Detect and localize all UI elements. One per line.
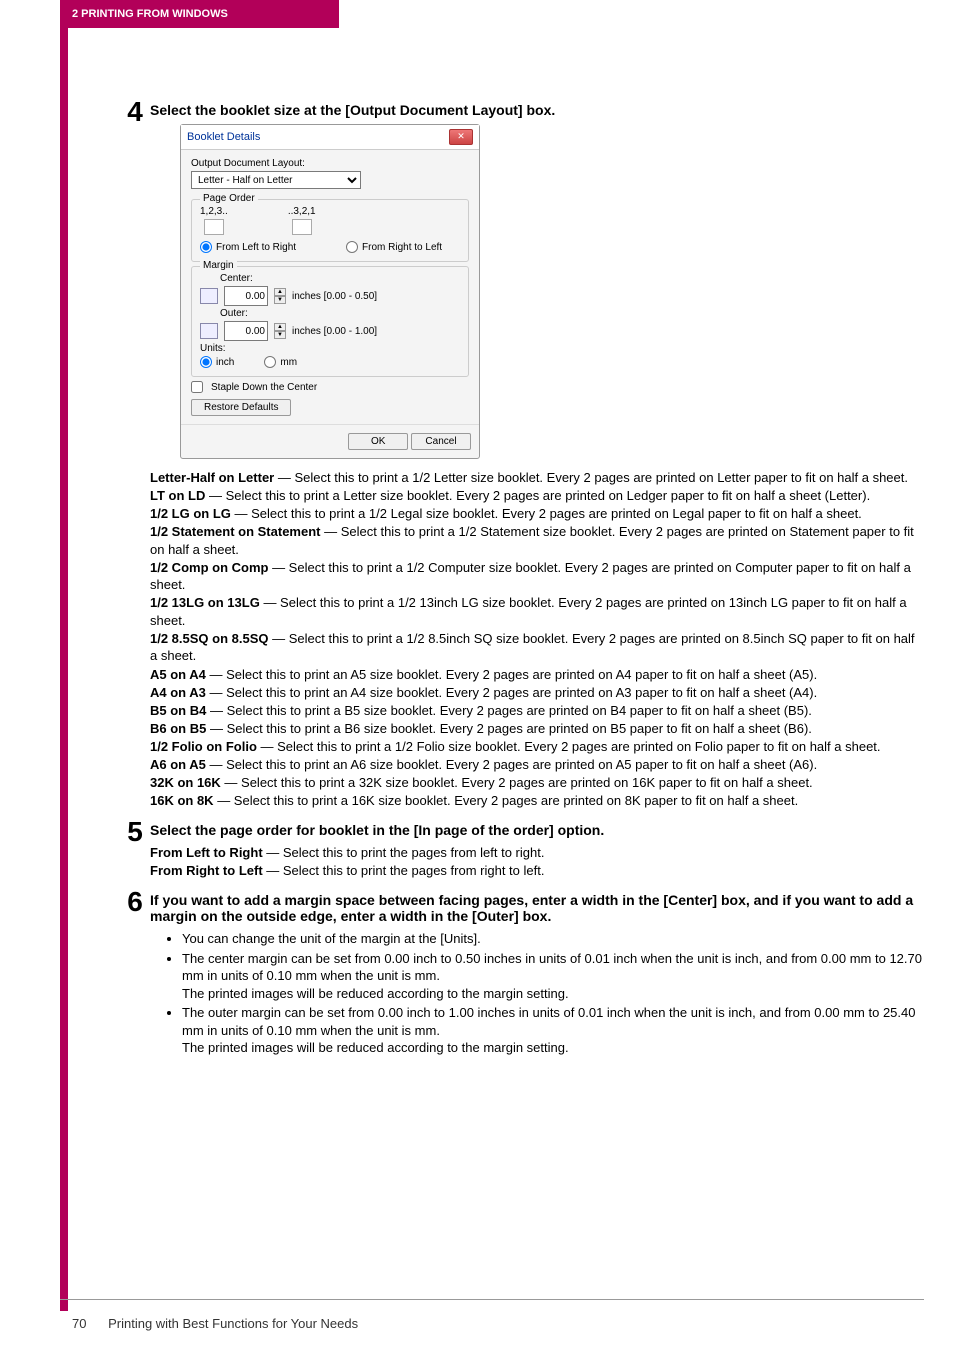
page-footer: 70 Printing with Best Functions for Your… [72, 1316, 358, 1331]
center-spinner[interactable]: ▲▼ [274, 288, 286, 304]
booklet-rtl-icon [292, 219, 312, 235]
units-label: Units: [200, 343, 460, 354]
staple-checkbox-input[interactable] [191, 381, 203, 393]
outer-spinner[interactable]: ▲▼ [274, 323, 286, 339]
center-margin-icon [200, 288, 218, 304]
po-left-seq: 1,2,3.. [200, 206, 228, 217]
chapter-stripe [60, 0, 68, 1311]
center-range: inches [0.00 - 0.50] [292, 291, 377, 302]
footer-section: Printing with Best Functions for Your Ne… [108, 1316, 358, 1331]
radio-inch[interactable]: inch [200, 356, 234, 368]
booklet-details-dialog: Booklet Details ✕ Output Document Layout… [180, 124, 480, 459]
odl-label: Output Document Layout: [191, 158, 469, 169]
option-line: From Right to Left — Select this to prin… [150, 862, 924, 880]
option-line: A4 on A3 — Select this to print an A4 si… [150, 684, 924, 702]
option-line: 32K on 16K — Select this to print a 32K … [150, 774, 924, 792]
outer-label: Outer: [220, 308, 460, 319]
option-line: A6 on A5 — Select this to print an A6 si… [150, 756, 924, 774]
option-line: 1/2 8.5SQ on 8.5SQ — Select this to prin… [150, 630, 924, 665]
list-item: You can change the unit of the margin at… [182, 930, 924, 948]
step6-heading: If you want to add a margin space betwee… [150, 892, 924, 924]
po-right-seq: ..3,2,1 [288, 206, 316, 217]
option-line: 1/2 13LG on 13LG — Select this to print … [150, 594, 924, 629]
chapter-header: 2 PRINTING FROM WINDOWS [60, 0, 339, 28]
cancel-button[interactable]: Cancel [411, 433, 471, 450]
step4-heading: Select the booklet size at the [Output D… [150, 102, 924, 118]
footer-divider [60, 1299, 924, 1300]
staple-checkbox[interactable]: Staple Down the Center [191, 381, 469, 393]
step-number-5: 5 [120, 818, 150, 846]
radio-right-input[interactable] [346, 241, 358, 253]
booklet-ltr-icon [204, 219, 224, 235]
option-line: Letter-Half on Letter — Select this to p… [150, 469, 924, 487]
ok-button[interactable]: OK [348, 433, 408, 450]
list-item: The center margin can be set from 0.00 i… [182, 950, 924, 1003]
option-line: A5 on A4 — Select this to print an A5 si… [150, 666, 924, 684]
outer-range: inches [0.00 - 1.00] [292, 326, 377, 337]
center-margin-input[interactable] [224, 286, 268, 306]
dialog-title: Booklet Details [187, 131, 260, 143]
option-line: B6 on B5 — Select this to print a B6 siz… [150, 720, 924, 738]
option-line: 16K on 8K — Select this to print a 16K s… [150, 792, 924, 810]
step-number-6: 6 [120, 888, 150, 916]
radio-left-input[interactable] [200, 241, 212, 253]
radio-from-left[interactable]: From Left to Right [200, 241, 296, 253]
page-number: 70 [72, 1316, 86, 1331]
radio-mm[interactable]: mm [264, 356, 297, 368]
option-line: From Left to Right — Select this to prin… [150, 844, 924, 862]
margin-label: Margin [200, 260, 237, 271]
option-line: LT on LD — Select this to print a Letter… [150, 487, 924, 505]
option-line: 1/2 LG on LG — Select this to print a 1/… [150, 505, 924, 523]
output-document-layout-select[interactable]: Letter - Half on Letter [191, 171, 361, 189]
outer-margin-input[interactable] [224, 321, 268, 341]
restore-defaults-button[interactable]: Restore Defaults [191, 399, 291, 416]
page-order-label: Page Order [200, 193, 258, 204]
list-item: The outer margin can be set from 0.00 in… [182, 1004, 924, 1057]
radio-from-right[interactable]: From Right to Left [346, 241, 442, 253]
option-line: 1/2 Folio on Folio — Select this to prin… [150, 738, 924, 756]
close-icon[interactable]: ✕ [449, 129, 473, 145]
option-line: B5 on B4 — Select this to print a B5 siz… [150, 702, 924, 720]
outer-margin-icon [200, 323, 218, 339]
option-line: 1/2 Statement on Statement — Select this… [150, 523, 924, 558]
step5-heading: Select the page order for booklet in the… [150, 822, 924, 838]
option-line: 1/2 Comp on Comp — Select this to print … [150, 559, 924, 594]
step-number-4: 4 [120, 98, 150, 126]
radio-mm-input[interactable] [264, 356, 276, 368]
center-label: Center: [220, 273, 460, 284]
radio-inch-input[interactable] [200, 356, 212, 368]
